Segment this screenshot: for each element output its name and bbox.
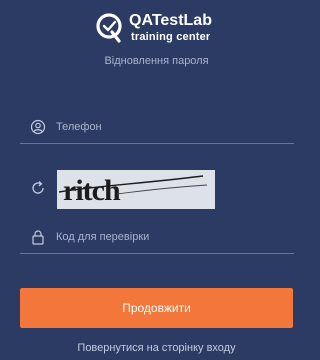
page-subtitle: Відновлення пароля	[104, 55, 209, 67]
refresh-icon[interactable]	[30, 180, 46, 196]
qatestlab-logo-icon	[96, 13, 122, 43]
brand-tagline: training center	[131, 31, 211, 43]
continue-button[interactable]: Продовжити	[20, 288, 293, 328]
code-field	[20, 223, 294, 254]
phone-input[interactable]	[56, 113, 286, 141]
back-to-login-link[interactable]: Повернутися на сторінку входу	[0, 342, 313, 354]
captcha-row: ritch	[20, 170, 294, 210]
brand-logo: QATestLab training center	[96, 12, 226, 50]
captcha-image: ritch	[57, 170, 215, 209]
brand-name: QATestLab	[129, 12, 212, 29]
user-icon	[30, 119, 46, 135]
verification-code-input[interactable]	[56, 223, 286, 251]
lock-icon	[32, 230, 44, 245]
phone-field	[20, 113, 294, 144]
